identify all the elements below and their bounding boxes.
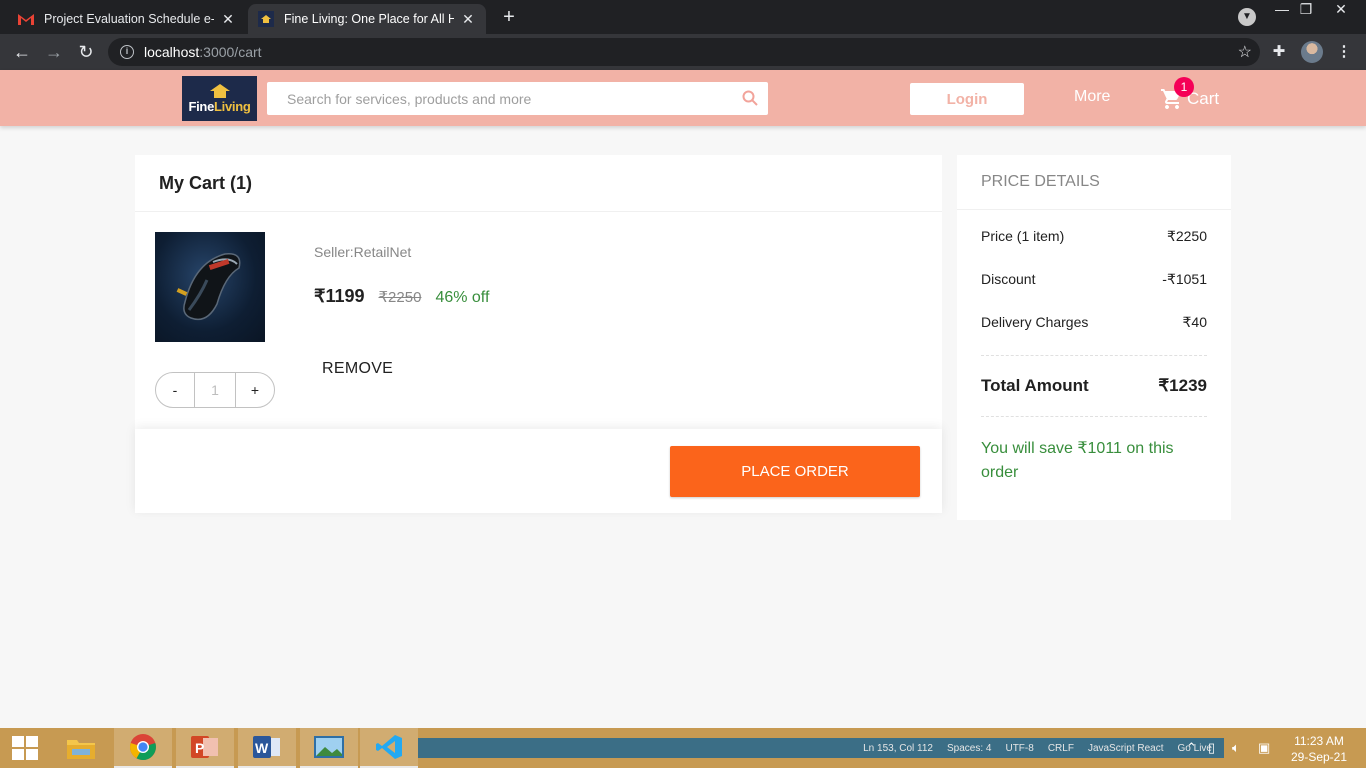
browser-tab-strip: Project Evaluation Schedule e-DA ✕ Fine …: [0, 0, 1366, 34]
seller-name: Seller:RetailNet: [314, 244, 412, 260]
cart-count-badge: 1: [1174, 77, 1194, 97]
line-ending-status[interactable]: CRLF: [1048, 743, 1074, 754]
close-tab-icon[interactable]: ✕: [460, 11, 476, 28]
discount-row: Discount -₹1051: [981, 271, 1207, 288]
word-icon[interactable]: W: [238, 728, 296, 768]
network-icon[interactable]: ▣: [1258, 740, 1270, 756]
logo-text: FineLiving: [188, 98, 251, 114]
vscode-status-bar: Ln 153, Col 112 Spaces: 4 UTF-8 CRLF Jav…: [418, 738, 1224, 758]
app-header: FineLiving Login More 1 Cart: [0, 70, 1366, 126]
cart-title: My Cart (1): [135, 155, 942, 212]
powerpoint-icon[interactable]: P: [176, 728, 234, 768]
tab-search-icon[interactable]: ▼: [1238, 8, 1256, 26]
more-menu[interactable]: More: [1074, 88, 1110, 106]
price-details-title: PRICE DETAILS: [957, 155, 1231, 210]
encoding-status[interactable]: UTF-8: [1005, 743, 1033, 754]
chrome-taskbar-icon[interactable]: [114, 728, 172, 768]
total-amount-row: Total Amount ₹1239: [981, 355, 1207, 417]
current-price: ₹1199: [314, 286, 365, 306]
clock-date: 29-Sep-21: [1290, 750, 1348, 764]
price-details-panel: PRICE DETAILS Price (1 item) ₹2250 Disco…: [957, 155, 1231, 520]
delivery-row: Delivery Charges ₹40: [981, 314, 1207, 331]
forward-icon[interactable]: →: [42, 40, 66, 64]
site-favicon-icon: [258, 11, 274, 27]
remove-item-button[interactable]: REMOVE: [322, 360, 393, 378]
house-icon: [208, 83, 232, 98]
cart-panel: My Cart (1) Seller:RetailNet ₹1199 ₹2250…: [135, 155, 942, 513]
delivery-row-value: ₹40: [1182, 314, 1207, 330]
price-line: ₹1199 ₹2250 46% off: [314, 286, 489, 307]
photos-icon[interactable]: [300, 728, 358, 768]
tablet-icon[interactable]: ▯: [1208, 740, 1215, 756]
place-order-button[interactable]: PLACE ORDER: [670, 446, 920, 497]
close-window-icon[interactable]: ✕: [1327, 0, 1355, 18]
file-explorer-icon[interactable]: [52, 728, 110, 768]
address-bar[interactable]: i localhost:3000/cart ☆: [108, 38, 1260, 66]
price-row-value: ₹2250: [1166, 228, 1207, 244]
discount-percent: 46% off: [435, 289, 490, 306]
product-image[interactable]: [155, 232, 265, 342]
clock-time: 11:23 AM: [1294, 734, 1344, 748]
url-host: localhost: [144, 44, 200, 60]
login-button[interactable]: Login: [910, 83, 1024, 115]
original-price: ₹2250: [378, 289, 422, 306]
indentation-status[interactable]: Spaces: 4: [947, 743, 991, 754]
profile-avatar[interactable]: [1301, 41, 1323, 63]
close-tab-icon[interactable]: ✕: [220, 11, 236, 28]
tab-title: Fine Living: One Place for All Hou: [284, 12, 454, 26]
price-row: Price (1 item) ₹2250: [981, 228, 1207, 245]
site-info-icon[interactable]: i: [120, 45, 134, 59]
language-mode-status[interactable]: JavaScript React: [1088, 743, 1164, 754]
cursor-position-status[interactable]: Ln 153, Col 112: [863, 743, 933, 754]
chrome-menu-icon[interactable]: ⋮: [1334, 42, 1354, 62]
browser-tab-gmail[interactable]: Project Evaluation Schedule e-DA ✕: [8, 4, 246, 34]
show-hidden-icons-icon[interactable]: ⌃: [1186, 740, 1197, 756]
total-amount-value: ₹1239: [1158, 376, 1207, 395]
search-input[interactable]: [267, 82, 727, 115]
total-amount-label: Total Amount: [981, 376, 1089, 395]
fine-living-logo[interactable]: FineLiving: [182, 76, 257, 121]
discount-row-label: Discount: [981, 271, 1036, 287]
delivery-row-label: Delivery Charges: [981, 314, 1089, 330]
gmail-icon: [18, 11, 34, 27]
search-bar: [267, 82, 768, 115]
savings-message: You will save ₹1011 on this order: [981, 440, 1174, 481]
new-tab-icon[interactable]: +: [498, 6, 520, 28]
reload-icon[interactable]: ↻: [74, 40, 98, 64]
tab-title: Project Evaluation Schedule e-DA: [44, 12, 214, 26]
quantity-input[interactable]: [195, 372, 235, 408]
back-icon[interactable]: ←: [10, 40, 34, 64]
url-path: :3000/cart: [199, 44, 262, 60]
browser-toolbar: ← → ↻ i localhost:3000/cart ☆ ✚ ⋮: [0, 34, 1366, 70]
bookmark-star-icon[interactable]: ☆: [1238, 42, 1252, 62]
place-order-bar: PLACE ORDER: [135, 429, 942, 513]
cart-item: Seller:RetailNet ₹1199 ₹2250 46% off - +…: [135, 212, 942, 427]
price-row-label: Price (1 item): [981, 228, 1065, 244]
extensions-icon[interactable]: ✚: [1269, 42, 1289, 62]
cart-icon: 1: [1160, 77, 1194, 111]
taskbar-clock[interactable]: 11:23 AM 29-Sep-21: [1288, 733, 1350, 765]
browser-tab-fine-living[interactable]: Fine Living: One Place for All Hou ✕: [248, 4, 486, 34]
volume-icon[interactable]: 🔈︎: [1232, 740, 1240, 756]
quantity-stepper: - +: [155, 372, 275, 408]
restore-icon[interactable]: ❐: [1292, 0, 1320, 18]
svg-text:P: P: [195, 740, 204, 756]
windows-start-icon[interactable]: [12, 736, 38, 760]
cart-link[interactable]: 1 Cart: [1160, 77, 1219, 111]
decrease-quantity-button[interactable]: -: [155, 372, 195, 408]
search-icon[interactable]: [742, 90, 758, 106]
svg-text:W: W: [255, 740, 269, 756]
increase-quantity-button[interactable]: +: [235, 372, 275, 408]
discount-row-value: -₹1051: [1162, 271, 1207, 287]
vscode-icon[interactable]: [360, 728, 418, 768]
